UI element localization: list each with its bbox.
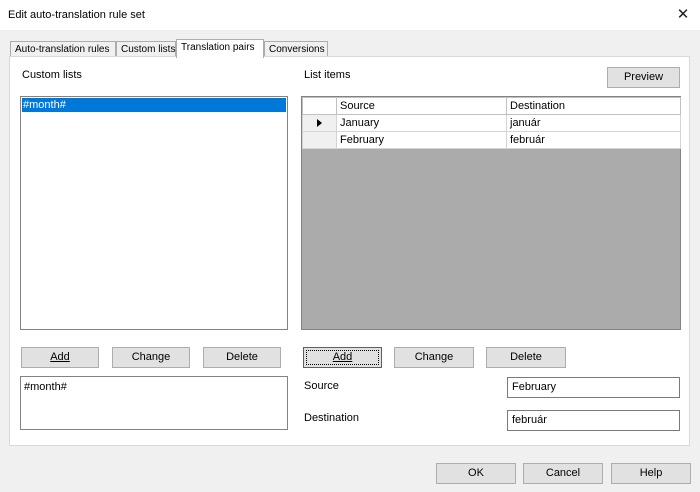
custom-list-add-button[interactable]: Add bbox=[21, 347, 99, 368]
cell-destination[interactable]: január bbox=[506, 114, 681, 132]
tab-translation-pairs[interactable]: Translation pairs bbox=[176, 39, 264, 58]
help-button[interactable]: Help bbox=[611, 463, 691, 484]
close-icon[interactable]: ✕ bbox=[672, 4, 694, 26]
list-items-grid[interactable]: Source Destination January január Februa… bbox=[301, 96, 681, 330]
ok-button[interactable]: OK bbox=[436, 463, 516, 484]
column-header-destination[interactable]: Destination bbox=[506, 97, 681, 115]
table-row[interactable]: February február bbox=[302, 131, 681, 149]
custom-lists-listbox[interactable]: #month# bbox=[20, 96, 288, 330]
current-row-arrow-icon bbox=[317, 119, 322, 128]
column-header-source[interactable]: Source bbox=[336, 97, 507, 115]
list-item-delete-button[interactable]: Delete bbox=[486, 347, 566, 368]
row-indicator[interactable] bbox=[302, 131, 337, 149]
window-title: Edit auto-translation rule set bbox=[8, 9, 145, 21]
source-label: Source bbox=[304, 380, 339, 392]
tab-auto-translation-rules[interactable]: Auto-translation rules bbox=[10, 41, 116, 57]
cell-source[interactable]: January bbox=[336, 114, 507, 132]
source-input[interactable]: February bbox=[507, 377, 680, 398]
list-item-change-button[interactable]: Change bbox=[394, 347, 474, 368]
grid-corner bbox=[302, 97, 337, 115]
row-indicator[interactable] bbox=[302, 114, 337, 132]
grid-header-row: Source Destination bbox=[302, 97, 681, 115]
destination-label: Destination bbox=[304, 412, 360, 424]
tab-conversions[interactable]: Conversions bbox=[264, 41, 328, 57]
table-row[interactable]: January január bbox=[302, 114, 681, 132]
custom-list-change-button[interactable]: Change bbox=[112, 347, 190, 368]
tab-custom-lists[interactable]: Custom lists bbox=[116, 41, 176, 57]
destination-input[interactable]: február bbox=[507, 410, 680, 431]
preview-button[interactable]: Preview bbox=[607, 67, 680, 88]
custom-list-name-field[interactable]: #month# bbox=[20, 376, 288, 430]
custom-lists-heading: Custom lists bbox=[22, 69, 82, 81]
cancel-button[interactable]: Cancel bbox=[523, 463, 603, 484]
custom-list-delete-button[interactable]: Delete bbox=[203, 347, 281, 368]
cell-destination[interactable]: február bbox=[506, 131, 681, 149]
list-item-add-button[interactable]: Add bbox=[303, 347, 382, 368]
cell-source[interactable]: February bbox=[336, 131, 507, 149]
list-items-heading: List items bbox=[304, 69, 351, 81]
list-item[interactable]: #month# bbox=[22, 98, 286, 112]
